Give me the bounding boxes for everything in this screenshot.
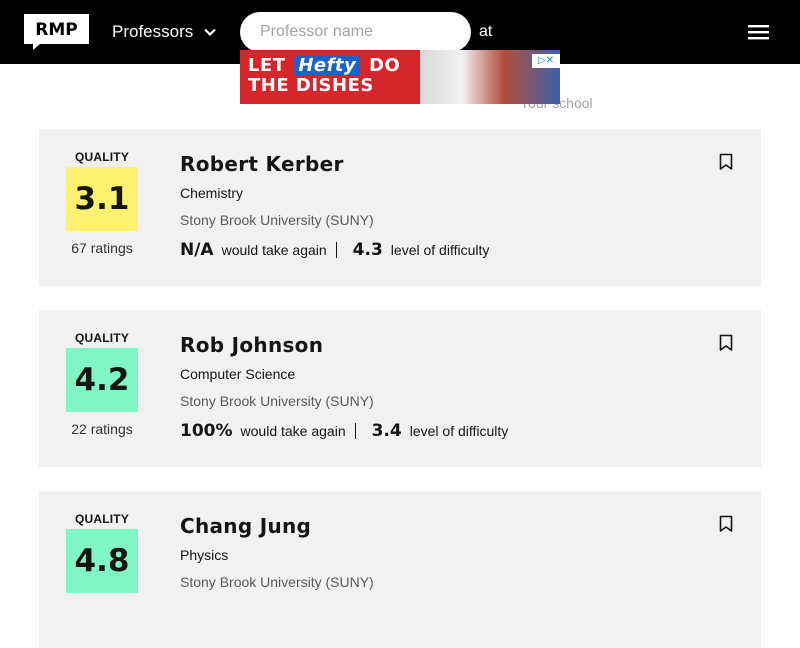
- bookmark-icon[interactable]: [719, 153, 733, 171]
- rmp-logo-icon[interactable]: RMP: [24, 14, 89, 50]
- quality-label: QUALITY: [74, 150, 130, 164]
- chevron-down-icon: [204, 28, 217, 37]
- professor-department: Physics: [180, 547, 229, 563]
- quality-label: QUALITY: [74, 512, 130, 526]
- ad-headline: LET Hefty DO THE DISHES: [248, 56, 400, 96]
- professor-card[interactable]: QUALITY 4.8 Chang Jung Physics Stony Bro…: [39, 491, 761, 648]
- professor-stats: 100% would take again 3.4 level of diffi…: [180, 420, 508, 442]
- difficulty-label: level of difficulty: [409, 423, 509, 439]
- at-label: at: [479, 23, 493, 40]
- ad-choices-icon[interactable]: ▷✕: [532, 54, 560, 68]
- professor-department: Computer Science: [180, 366, 296, 382]
- professor-stats: N/A would take again 4.3 level of diffic…: [180, 239, 489, 261]
- stats-divider: [335, 242, 337, 258]
- professor-school: Stony Brook University (SUNY): [180, 574, 374, 590]
- logo-text: RMP: [35, 20, 77, 40]
- professor-name[interactable]: Robert Kerber: [180, 152, 344, 176]
- quality-score: 4.8: [66, 529, 138, 593]
- ad-brand: Hefty: [294, 56, 361, 76]
- quality-label: QUALITY: [74, 331, 130, 345]
- difficulty-label: level of difficulty: [390, 242, 490, 258]
- ratings-count: 22 ratings: [71, 421, 133, 437]
- professor-school: Stony Brook University (SUNY): [180, 212, 374, 228]
- difficulty-value: 3.4: [371, 421, 402, 441]
- professor-name[interactable]: Rob Johnson: [180, 333, 323, 357]
- quality-score: 4.2: [66, 348, 138, 412]
- would-take-again-value: 100%: [180, 421, 233, 441]
- hamburger-menu-icon[interactable]: [748, 22, 769, 42]
- professor-name-input[interactable]: [240, 12, 471, 52]
- professor-department: Chemistry: [180, 185, 244, 201]
- bookmark-icon[interactable]: [719, 334, 733, 352]
- advertisement-banner[interactable]: LET Hefty DO THE DISHES ▷✕: [240, 50, 560, 104]
- professor-card[interactable]: QUALITY 4.2 22 ratings Rob Johnson Compu…: [39, 310, 761, 467]
- would-take-again-label: would take again: [221, 242, 327, 258]
- stats-divider: [354, 423, 356, 439]
- ad-text-lead: LET: [248, 55, 286, 76]
- quality-score: 3.1: [66, 167, 138, 231]
- professor-school: Stony Brook University (SUNY): [180, 393, 374, 409]
- would-take-again-value: N/A: [180, 240, 214, 260]
- difficulty-value: 4.3: [352, 240, 383, 260]
- ratings-count: 67 ratings: [71, 240, 133, 256]
- professor-name[interactable]: Chang Jung: [180, 514, 311, 538]
- bookmark-icon[interactable]: [719, 515, 733, 533]
- ad-text-do: DO: [369, 55, 401, 76]
- would-take-again-label: would take again: [240, 423, 346, 439]
- professor-card[interactable]: QUALITY 3.1 67 ratings Robert Kerber Che…: [39, 129, 761, 286]
- professors-dropdown[interactable]: Professors: [112, 20, 217, 44]
- professors-dropdown-label: Professors: [112, 22, 194, 41]
- ad-text-tail: THE DISHES: [248, 75, 374, 96]
